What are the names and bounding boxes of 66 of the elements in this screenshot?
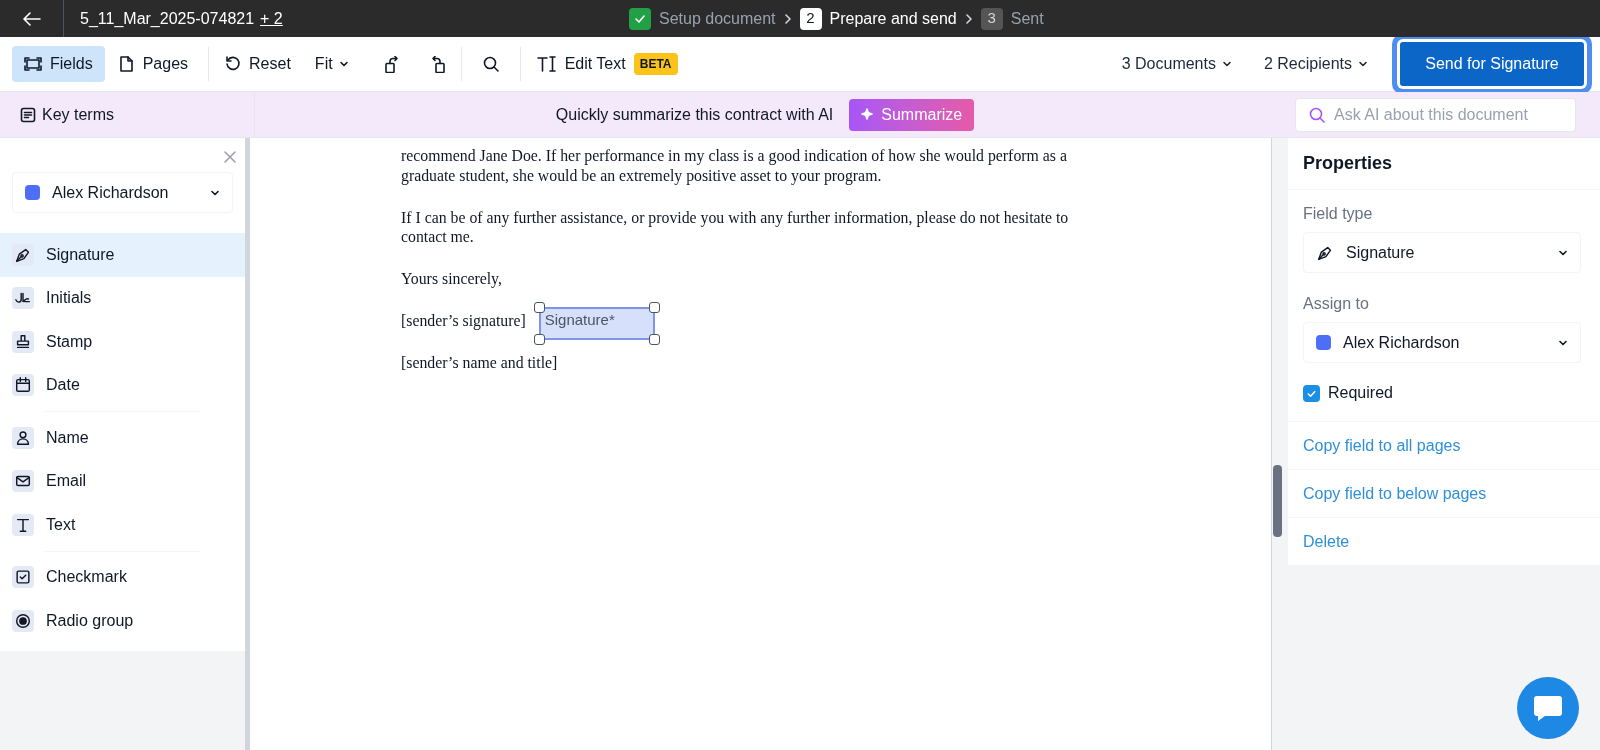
letter-paragraph: Yours sincerely, xyxy=(401,269,503,289)
documents-dropdown[interactable]: 3 Documents xyxy=(1113,46,1240,82)
send-for-signature-button[interactable]: Send for Signature xyxy=(1400,42,1584,86)
field-type-dropdown[interactable]: Signature xyxy=(1303,232,1581,273)
ask-ai-input[interactable]: Ask AI about this document xyxy=(1334,102,1563,127)
key-terms-button[interactable]: Key terms xyxy=(0,92,255,137)
step-label: Setup document xyxy=(659,8,776,29)
beta-badge: BETA xyxy=(633,53,678,75)
letter-text: [sender’s name and title] xyxy=(401,353,559,373)
checkbox-label: Required xyxy=(1328,383,1393,403)
recipients-dropdown[interactable]: 2 Recipients xyxy=(1255,46,1376,82)
close-button[interactable] xyxy=(223,150,237,164)
chat-bubble-icon xyxy=(1533,694,1563,722)
extra-files-link[interactable]: + 2 xyxy=(260,6,283,31)
search-icon xyxy=(481,55,500,73)
step-number: 2 xyxy=(799,7,822,30)
field-label: Assign to xyxy=(1303,294,1370,314)
letter-paragraph: recommend Jane Doe. If her performance in my class is a good indication of how she would perform as a graduate student, she would be an extremely positive asset to your program. xyxy=(401,146,1068,186)
resize-handle[interactable] xyxy=(533,302,545,313)
step-label: Prepare and send xyxy=(829,8,957,29)
file-name: 5_11_Mar_2025-074821 xyxy=(80,8,255,29)
radio-icon xyxy=(14,611,32,630)
reset-button[interactable]: Reset xyxy=(217,46,299,82)
fields-icon xyxy=(24,55,42,73)
resize-handle[interactable] xyxy=(648,302,660,313)
checkmark-icon xyxy=(14,568,32,587)
panel-action-link[interactable]: Delete xyxy=(1303,529,1350,554)
required-checkbox[interactable] xyxy=(1303,384,1320,402)
panel-action-link[interactable]: Copy field to below pages xyxy=(1303,481,1487,506)
rotate-left-icon xyxy=(384,55,399,73)
text-cursor-icon xyxy=(536,55,557,73)
step-label: Sent xyxy=(1010,8,1044,29)
rotate-right-icon xyxy=(430,55,445,73)
chevron-right-icon xyxy=(964,13,973,24)
summary-prompt: Quickly summarize this contract with AI xyxy=(555,104,834,125)
back-arrow-icon xyxy=(22,11,41,26)
letter-paragraph: If I can be of any further assistance, or provide you with any further information, please do not hesitate to contact me. xyxy=(401,207,1070,248)
fit-dropdown[interactable]: Fit xyxy=(306,46,357,82)
resize-handle[interactable] xyxy=(533,334,545,345)
signature-field[interactable]: Signature* xyxy=(538,307,655,340)
letter-text: [sender’s signature] xyxy=(401,311,526,331)
name-icon xyxy=(14,428,32,447)
assignee-dropdown[interactable]: Alex Richardson xyxy=(1303,322,1581,363)
close-icon xyxy=(223,150,237,164)
search-icon xyxy=(1308,105,1326,124)
chevron-down-icon xyxy=(1358,59,1368,69)
stamp-icon xyxy=(14,332,32,351)
field-label: Field type xyxy=(1303,204,1374,224)
view-tab[interactable]: Fields xyxy=(12,46,105,82)
resize-handle[interactable] xyxy=(648,334,660,345)
step-number: 3 xyxy=(980,7,1003,30)
chevron-right-icon xyxy=(783,13,792,24)
sparkle-icon xyxy=(861,107,876,122)
recipient-dropdown[interactable]: Alex Richardson xyxy=(12,172,233,213)
reset-icon xyxy=(225,56,242,72)
scrollbar-thumb[interactable] xyxy=(1273,465,1282,537)
chevron-down-icon xyxy=(1221,59,1232,69)
view-tab[interactable]: Pages xyxy=(104,46,201,82)
list-icon xyxy=(20,106,36,123)
chevron-down-icon xyxy=(338,59,349,69)
ask-ai-search-field[interactable]: Ask AI about this document xyxy=(1295,97,1576,132)
summarize-button[interactable]: Summarize xyxy=(849,98,975,131)
field-type-item[interactable]: Signature xyxy=(0,233,245,277)
panel-title: Properties xyxy=(1288,138,1600,190)
edit-text-button[interactable]: Edit Text xyxy=(528,46,634,82)
date-icon xyxy=(14,376,32,395)
